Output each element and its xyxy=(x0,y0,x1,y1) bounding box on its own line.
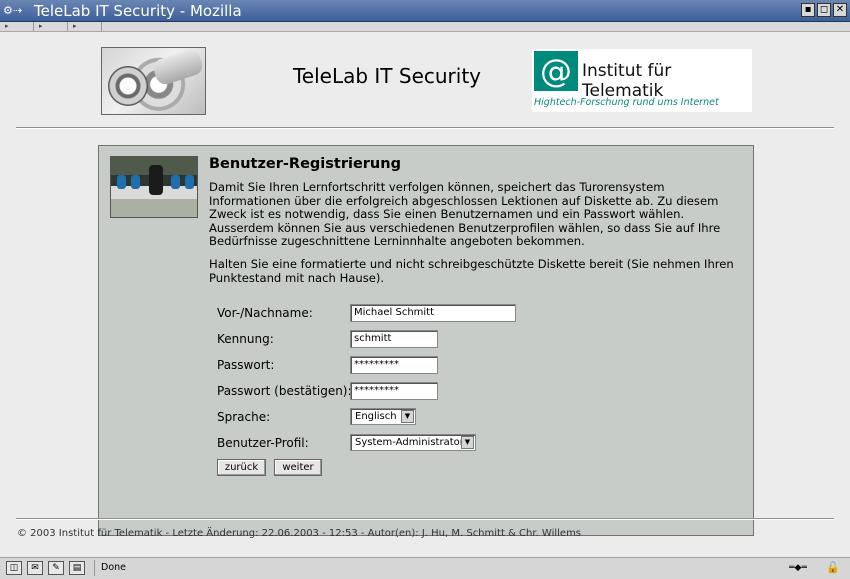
site-title: TeleLab IT Security xyxy=(292,64,482,88)
intro-paragraph: Damit Sie Ihren Lernfortschritt verfolge… xyxy=(209,180,721,248)
bottom-divider xyxy=(16,518,834,520)
language-selected-value: Englisch xyxy=(355,411,397,422)
profile-label: Benutzer-Profil: xyxy=(217,436,309,450)
language-row: Sprache: Englisch ▼ xyxy=(217,408,677,428)
at-sign-logo-icon: @ xyxy=(534,51,578,91)
language-select[interactable]: Englisch ▼ xyxy=(350,408,416,425)
top-divider xyxy=(16,127,834,129)
toolbar-grip-icon[interactable]: ▸ xyxy=(68,22,102,31)
language-label: Sprache: xyxy=(217,410,271,424)
back-button[interactable]: zurück xyxy=(217,459,266,476)
security-lock-icon[interactable]: 🔓 xyxy=(824,561,842,575)
password-confirm-input[interactable]: ********* xyxy=(350,382,438,400)
registration-panel: Benutzer-Registrierung Damit Sie Ihren L… xyxy=(98,145,754,536)
classroom-photo xyxy=(110,156,198,218)
close-button[interactable]: ✕ xyxy=(833,3,847,17)
hand-graphic xyxy=(151,48,205,87)
status-text: Done xyxy=(94,560,774,576)
page-viewport: TeleLab IT Security @ Institut für Telem… xyxy=(2,32,848,556)
name-input[interactable]: Michael Schmitt xyxy=(350,304,516,322)
password-confirm-label: Passwort (bestätigen): xyxy=(217,384,352,398)
minimize-button[interactable]: ▪ xyxy=(801,3,815,17)
login-input[interactable]: schmitt xyxy=(350,330,438,348)
institute-tagline: Hightech-Forschung rund ums Internet xyxy=(534,97,719,108)
window-title: TeleLab IT Security - Mozilla xyxy=(34,2,242,20)
password-label: Passwort: xyxy=(217,358,275,372)
institute-name: Institut für Telematik xyxy=(582,61,672,101)
password-input[interactable]: ********* xyxy=(350,356,438,374)
login-row: Kennung: schmitt xyxy=(217,330,677,350)
name-label: Vor-/Nachname: xyxy=(217,306,313,320)
panel-heading: Benutzer-Registrierung xyxy=(209,156,401,172)
mozilla-app-icon[interactable]: ⚙⇢ xyxy=(3,4,29,18)
dropdown-arrow-icon[interactable]: ▼ xyxy=(461,436,474,449)
navigator-icon[interactable]: ◫ xyxy=(6,561,22,575)
button-row: zurück weiter xyxy=(217,459,677,479)
password-row: Passwort: ********* xyxy=(217,356,677,376)
diskette-paragraph: Halten Sie eine formatierte und nicht sc… xyxy=(209,257,734,285)
composer-icon[interactable]: ✎ xyxy=(48,561,64,575)
address-book-icon[interactable]: ▤ xyxy=(69,561,85,575)
password-confirm-row: Passwort (bestätigen): ********* xyxy=(217,382,677,402)
next-button[interactable]: weiter xyxy=(274,459,322,476)
institute-logo[interactable]: @ Institut für Telematik Hightech-Forsch… xyxy=(532,49,752,112)
profile-selected-value: System-Administrator xyxy=(355,437,464,448)
status-bar: ◫ ✉ ✎ ▤ Done ═◆═ 🔓 xyxy=(0,557,850,579)
toolbar-grip-icon[interactable]: ▸ xyxy=(34,22,68,31)
security-lock-image xyxy=(101,47,206,115)
connection-icon: ═◆═ xyxy=(789,563,807,573)
window-title-bar[interactable]: ⚙⇢ TeleLab IT Security - Mozilla ▪ ◻ ✕ xyxy=(0,0,850,22)
combination-dial-icon xyxy=(108,66,148,106)
page-footer: © 2003 Institut für Telematik - Letzte Ä… xyxy=(17,528,582,539)
maximize-button[interactable]: ◻ xyxy=(817,3,831,17)
profile-select[interactable]: System-Administrator ▼ xyxy=(350,434,476,451)
toolbar-grip-icon[interactable]: ▸ xyxy=(0,22,34,31)
name-row: Vor-/Nachname: Michael Schmitt xyxy=(217,304,677,324)
dropdown-arrow-icon[interactable]: ▼ xyxy=(401,410,414,423)
profile-row: Benutzer-Profil: System-Administrator ▼ xyxy=(217,434,677,454)
mail-icon[interactable]: ✉ xyxy=(27,561,43,575)
collapsed-toolbars: ▸ ▸ ▸ xyxy=(0,22,850,32)
login-label: Kennung: xyxy=(217,332,274,346)
